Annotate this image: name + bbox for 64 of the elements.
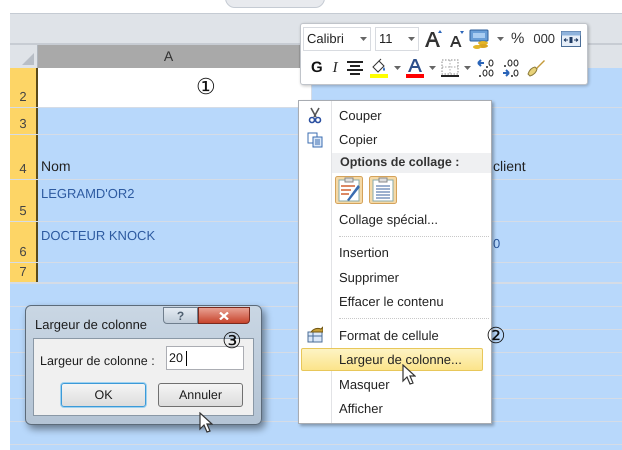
cell-text: DOCTEUR KNOCK — [41, 227, 156, 245]
field-label: Largeur de colonne : — [40, 353, 155, 370]
cell-text: Nom — [41, 157, 71, 176]
menu-item[interactable]: Supprimer — [301, 266, 483, 289]
paste-keep-format-icon[interactable] — [335, 176, 363, 204]
cell-format-icon — [307, 326, 323, 344]
menu-item[interactable]: Copier — [301, 128, 483, 152]
menu-item[interactable]: Insertion — [301, 241, 483, 264]
font-size-field[interactable]: 11 — [375, 27, 419, 51]
dropdown-caret-icon — [497, 37, 504, 41]
mouse-pointer-icon — [402, 364, 416, 385]
bold-button[interactable]: G — [309, 56, 325, 80]
copy-icon — [307, 130, 323, 148]
paste-values-icon[interactable] — [369, 176, 397, 204]
menu-item[interactable]: Collage spécial... — [301, 208, 483, 231]
font-size: 11 — [379, 30, 392, 48]
font-color-icon — [406, 58, 424, 78]
shrink-font-icon — [447, 29, 465, 49]
dropdown-caret-icon — [408, 37, 415, 41]
row-header[interactable]: 4 — [10, 135, 38, 179]
borders-icon — [440, 59, 459, 77]
menu-item[interactable]: Masquer — [301, 372, 483, 396]
close-icon — [219, 312, 229, 320]
row-header[interactable]: 2 — [10, 68, 38, 107]
mouse-pointer-icon — [199, 412, 213, 433]
cell-text: client — [493, 157, 526, 176]
italic-button[interactable]: I — [330, 56, 341, 80]
cell-text: 0 — [493, 235, 500, 253]
step-number: ② — [486, 325, 506, 347]
merge-cells-icon — [561, 31, 582, 47]
increase-decimal-icon — [476, 58, 496, 78]
decrease-decimal-icon — [500, 58, 521, 78]
font-name: Calibri — [307, 30, 344, 48]
menu-item[interactable]: Effacer le contenu — [301, 290, 483, 314]
menu-item[interactable]: Format de cellule — [301, 324, 483, 347]
menu-item[interactable]: Couper — [301, 104, 483, 127]
row-header[interactable]: 7 — [10, 263, 38, 282]
percent-style-button[interactable]: % — [508, 28, 528, 50]
row-header[interactable]: 3 — [10, 108, 38, 134]
font-name-field[interactable]: Calibri — [303, 27, 371, 51]
scissors-icon — [307, 106, 323, 124]
fill-color-icon — [368, 58, 389, 78]
close-button[interactable] — [198, 307, 250, 324]
dropdown-caret-icon — [360, 37, 367, 41]
menu-item[interactable]: Largeur de colonne... — [301, 348, 483, 372]
menu-section-header: Options de collage : — [332, 153, 491, 173]
dialog-button[interactable]: Annuler — [158, 383, 243, 407]
help-button[interactable]: ? — [163, 307, 198, 324]
dropdown-caret-icon — [464, 66, 471, 70]
align-center-icon — [346, 60, 364, 76]
menu-item[interactable]: Afficher — [301, 397, 483, 420]
dropdown-caret-icon — [428, 66, 436, 70]
cell-text: LEGRAMD'OR2 — [41, 185, 135, 203]
dialog-button[interactable]: OK — [61, 383, 146, 407]
step-number: ① — [196, 76, 216, 98]
grow-font-icon — [423, 29, 443, 49]
format-painter-icon — [526, 58, 546, 78]
row-header[interactable]: 6 — [10, 222, 38, 262]
corner-triangle-icon — [22, 53, 34, 65]
row-header[interactable]: 5 — [10, 180, 38, 221]
dialog-title: Largeur de colonne — [35, 316, 148, 334]
dropdown-caret-icon — [394, 66, 401, 70]
column-header[interactable]: A — [38, 45, 300, 68]
thousands-style-button[interactable]: 000 — [531, 29, 558, 49]
